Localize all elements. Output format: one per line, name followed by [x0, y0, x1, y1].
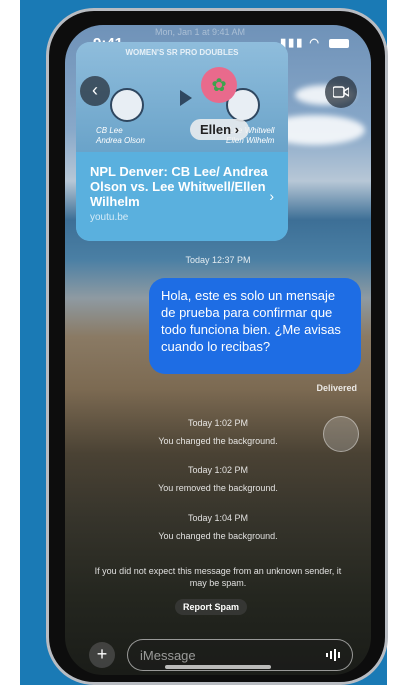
- contact-avatar[interactable]: ✿: [201, 67, 237, 103]
- link-preview-body: NPL Denver: CB Lee/ Andrea Olson vs. Lee…: [76, 152, 288, 241]
- timestamp: Today 12:37 PM: [185, 255, 251, 265]
- chevron-right-icon: ›: [234, 122, 240, 137]
- back-button[interactable]: ‹: [80, 76, 110, 106]
- event-text: You changed the background.: [158, 531, 278, 541]
- link-preview-url: youtu.be: [90, 212, 129, 223]
- video-call-button[interactable]: [325, 76, 357, 108]
- message-text: Hola, este es solo un mensaje de prueba …: [161, 288, 341, 354]
- delivery-status: Delivered: [316, 383, 357, 393]
- left-margin: [0, 0, 20, 685]
- team-left-player: Andrea Olson: [96, 136, 145, 145]
- add-attachment-button[interactable]: +: [89, 642, 115, 668]
- sent-message-bubble[interactable]: Hola, este es solo un mensaje de prueba …: [149, 278, 361, 374]
- status-icons: ▮▮▮ ◠: [280, 36, 349, 49]
- event-text: You removed the background.: [158, 483, 278, 493]
- contact-name-button[interactable]: Ellen ›: [190, 119, 250, 140]
- team-left-player: CB Lee: [96, 126, 123, 135]
- report-spam-button[interactable]: Report Spam: [175, 599, 248, 615]
- play-icon: [180, 90, 192, 106]
- battery-icon: [329, 38, 349, 48]
- video-banner: WOMEN'S SR PRO DOUBLES: [125, 48, 239, 57]
- link-preview-title: NPL Denver: CB Lee/ Andrea Olson vs. Lee…: [90, 164, 268, 209]
- event-text: You changed the background.: [158, 436, 278, 446]
- phone-frame: Mon, Jan 1 at 9:41 AM 9:41 ▮▮▮ ◠ WOMEN'S…: [46, 8, 388, 685]
- chevron-left-icon: ‹: [92, 80, 98, 100]
- event-timestamp: Today 1:04 PM: [187, 513, 249, 523]
- right-margin: [387, 0, 399, 685]
- event-timestamp: Today 1:02 PM: [187, 465, 249, 475]
- spam-warning: If you did not expect this message from …: [94, 566, 342, 588]
- team-left-names: CB Lee Andrea Olson: [96, 126, 145, 146]
- event-timestamp: Today 1:02 PM: [187, 418, 249, 428]
- plus-icon: +: [96, 644, 108, 664]
- video-camera-icon: [333, 86, 349, 98]
- messages-screen: Mon, Jan 1 at 9:41 AM 9:41 ▮▮▮ ◠ WOMEN'S…: [65, 25, 371, 675]
- waveform-icon[interactable]: [326, 649, 340, 661]
- team-logo-icon: [110, 88, 144, 122]
- chevron-right-icon: ›: [269, 188, 274, 204]
- wifi-icon: ◠: [309, 37, 321, 49]
- clover-icon: ✿: [211, 75, 227, 95]
- ghost-date: Mon, Jan 1 at 9:41 AM: [155, 27, 246, 37]
- home-indicator: [165, 665, 271, 669]
- link-preview-card[interactable]: WOMEN'S SR PRO DOUBLES CB Lee Andrea Ols…: [76, 42, 288, 241]
- contact-name: Ellen: [200, 122, 232, 137]
